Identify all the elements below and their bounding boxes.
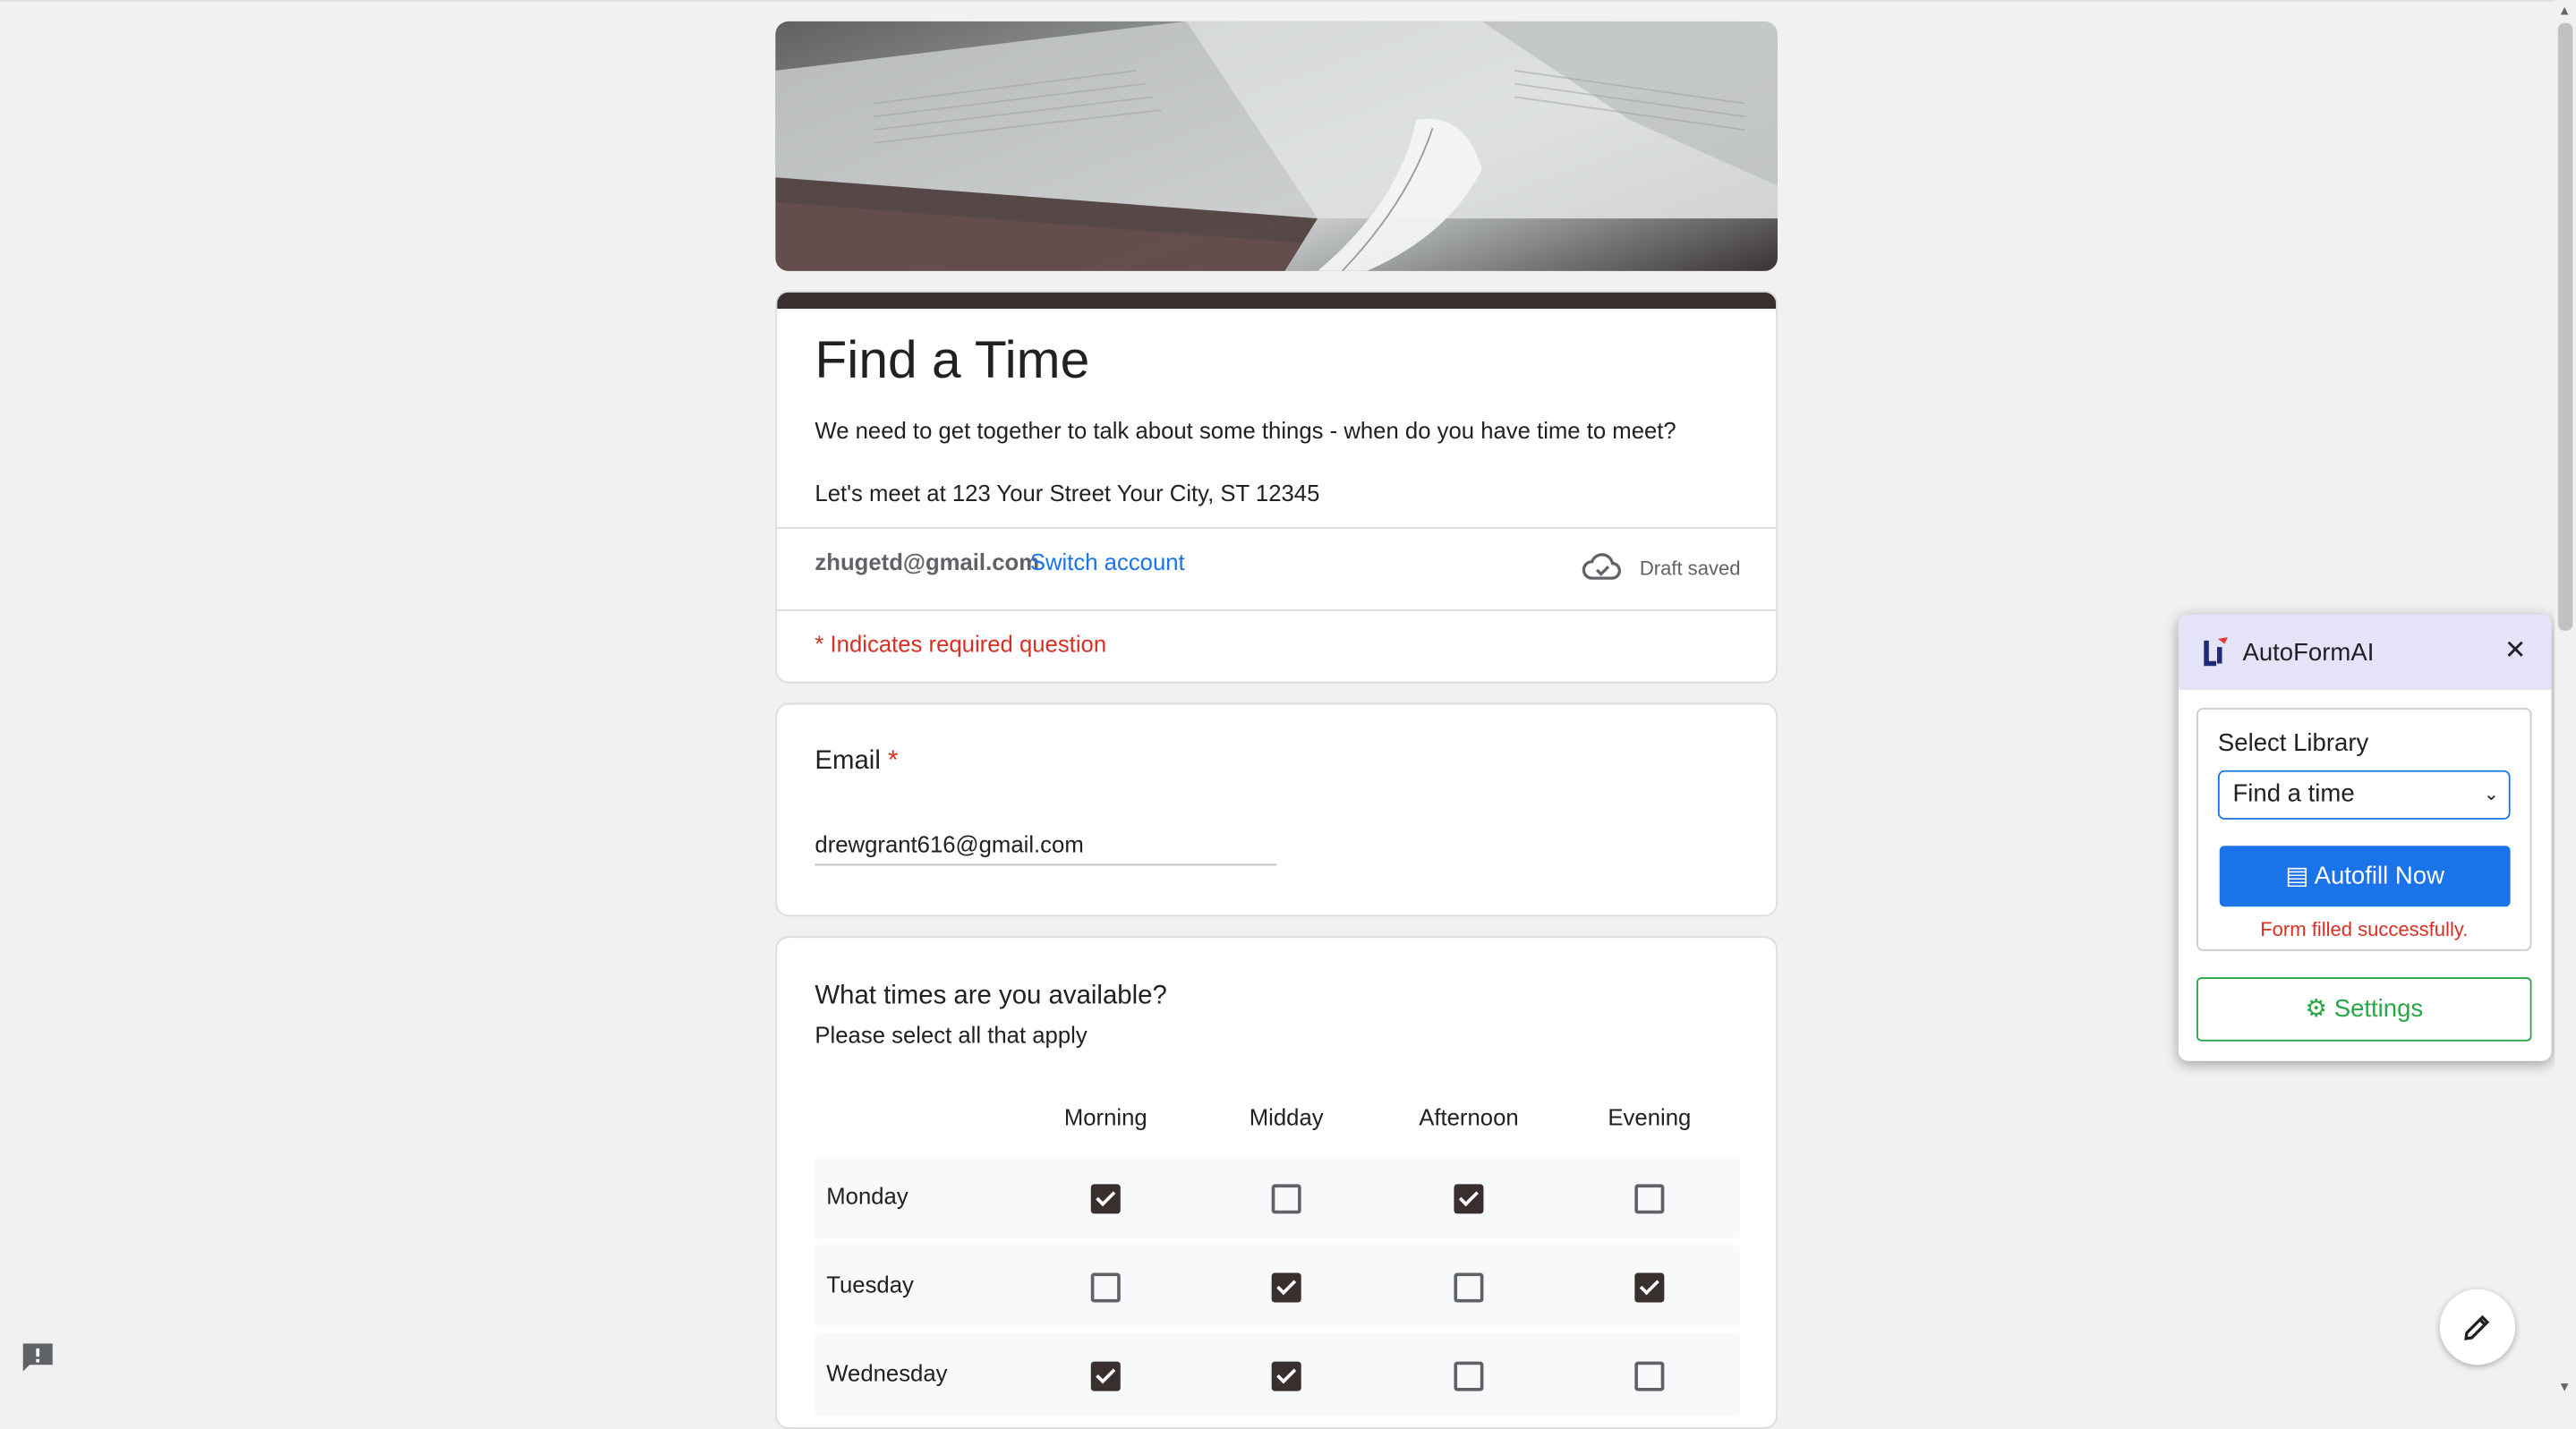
edit-button[interactable] bbox=[2439, 1289, 2516, 1365]
document-icon: ▤ bbox=[2285, 862, 2309, 890]
divider bbox=[777, 527, 1777, 530]
email-field[interactable]: drewgrant616@gmail.com bbox=[815, 831, 1277, 866]
scrollbar-thumb[interactable] bbox=[2557, 22, 2573, 631]
form-description-location: Let's meet at 123 Your Street Your City,… bbox=[815, 479, 1320, 506]
column-header-afternoon: Afternoon bbox=[1419, 1103, 1519, 1130]
row-label: Monday bbox=[826, 1182, 908, 1209]
checkbox-monday-evening[interactable] bbox=[1634, 1184, 1665, 1214]
required-star: * bbox=[888, 747, 899, 776]
availability-question-label: What times are you available? bbox=[815, 982, 1167, 1010]
page-scrollbar[interactable]: ▲ ▼ bbox=[2555, 0, 2576, 1399]
autoformai-header: AutoFormAI ✕ bbox=[2178, 614, 2552, 690]
library-box: Select Library Find a time ⌄ ▤ Autofill … bbox=[2196, 708, 2532, 951]
switch-account-link[interactable]: Switch account bbox=[1030, 549, 1185, 574]
autoformai-logo-icon bbox=[2204, 637, 2228, 667]
divider bbox=[777, 608, 1777, 611]
chevron-down-icon: ⌄ bbox=[2483, 785, 2499, 805]
grid-row-wednesday: Wednesday bbox=[815, 1333, 1740, 1416]
checkbox-wednesday-afternoon[interactable] bbox=[1454, 1361, 1484, 1391]
library-select[interactable]: Find a time ⌄ bbox=[2217, 770, 2511, 820]
autofill-label: Autofill Now bbox=[2314, 862, 2444, 890]
pencil-icon bbox=[2464, 1314, 2490, 1340]
checkbox-tuesday-evening[interactable] bbox=[1634, 1272, 1665, 1303]
scroll-down-arrow-icon[interactable]: ▼ bbox=[2558, 1380, 2572, 1395]
select-library-label: Select Library bbox=[2217, 728, 2369, 758]
row-label: Tuesday bbox=[826, 1271, 914, 1298]
page-root: Find a Time We need to get together to t… bbox=[0, 0, 2576, 1429]
autoformai-title: AutoFormAI bbox=[2242, 639, 2375, 668]
checkbox-wednesday-midday[interactable] bbox=[1271, 1361, 1301, 1391]
email-question-label: Email * bbox=[815, 747, 898, 777]
email-label-text: Email bbox=[815, 747, 881, 776]
close-icon[interactable]: ✕ bbox=[2501, 634, 2530, 668]
checkbox-tuesday-afternoon[interactable] bbox=[1454, 1272, 1484, 1303]
checkbox-wednesday-evening[interactable] bbox=[1634, 1361, 1665, 1391]
autoformai-panel: AutoFormAI ✕ Select Library Find a time … bbox=[2178, 614, 2552, 1061]
availability-subtitle: Please select all that apply bbox=[815, 1021, 1088, 1049]
draft-status: Draft saved bbox=[1639, 557, 1741, 580]
column-header-morning: Morning bbox=[1063, 1103, 1147, 1130]
settings-label: Settings bbox=[2333, 995, 2424, 1024]
scroll-up-arrow-icon[interactable]: ▲ bbox=[2558, 4, 2572, 19]
grid-row-monday: Monday bbox=[815, 1156, 1740, 1238]
autofill-status: Form filled successfully. bbox=[2260, 918, 2469, 941]
form-header-card: Find a Time We need to get together to t… bbox=[775, 290, 1778, 684]
grid-row-tuesday: Tuesday bbox=[815, 1245, 1740, 1328]
required-note: * Indicates required question bbox=[815, 630, 1107, 658]
checkbox-wednesday-morning[interactable] bbox=[1090, 1361, 1121, 1391]
account-email: zhugetd@gmail.com bbox=[815, 549, 1040, 575]
email-question-card: Email * drewgrant616@gmail.com bbox=[775, 702, 1778, 917]
availability-question-card: What times are you available? Please sel… bbox=[775, 936, 1778, 1429]
autofill-now-button[interactable]: ▤ Autofill Now bbox=[2219, 846, 2511, 907]
library-select-value: Find a time bbox=[2232, 779, 2355, 809]
checkbox-tuesday-morning[interactable] bbox=[1090, 1272, 1121, 1303]
top-border bbox=[0, 0, 2576, 2]
feedback-icon[interactable] bbox=[20, 1340, 55, 1374]
cloud-check-icon bbox=[1582, 553, 1621, 580]
column-header-midday: Midday bbox=[1249, 1103, 1324, 1130]
open-book-illustration bbox=[775, 21, 1778, 271]
checkbox-monday-midday[interactable] bbox=[1271, 1184, 1301, 1214]
header-banner-image bbox=[775, 21, 1778, 271]
checkbox-monday-afternoon[interactable] bbox=[1454, 1184, 1484, 1214]
column-header-evening: Evening bbox=[1608, 1103, 1692, 1130]
theme-accent-bar bbox=[777, 292, 1777, 310]
gear-icon: ⚙ bbox=[2305, 995, 2328, 1024]
checkbox-tuesday-midday[interactable] bbox=[1271, 1272, 1301, 1303]
checkbox-monday-morning[interactable] bbox=[1090, 1184, 1121, 1214]
form-description: We need to get together to talk about so… bbox=[815, 417, 1676, 444]
row-label: Wednesday bbox=[826, 1359, 948, 1387]
form-title: Find a Time bbox=[815, 329, 1090, 390]
settings-button[interactable]: ⚙ Settings bbox=[2196, 977, 2532, 1042]
